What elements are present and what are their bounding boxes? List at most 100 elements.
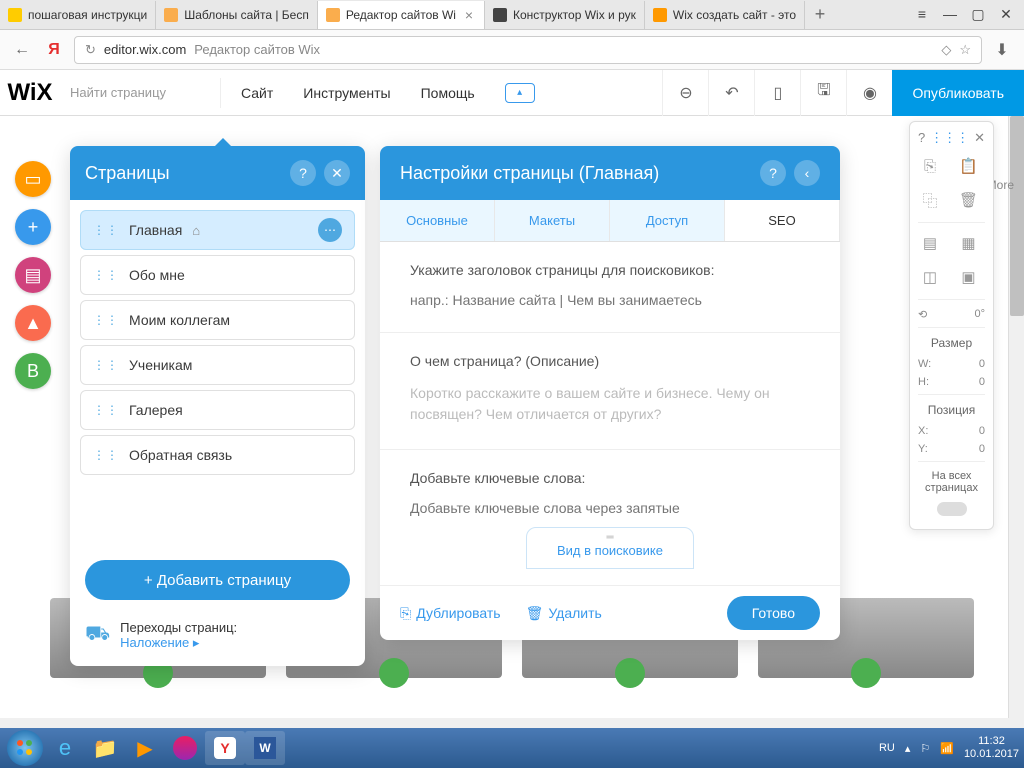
language-indicator[interactable]: RU [879, 742, 895, 754]
new-tab-button[interactable]: + [805, 4, 835, 25]
tool-add[interactable]: + [15, 209, 51, 245]
browser-tab[interactable]: Wix создать сайт - это [645, 1, 805, 29]
x-value[interactable]: 0 [979, 425, 985, 437]
page-transitions[interactable]: ⛟ Переходы страниц: Наложение ▸ [70, 610, 365, 666]
tab-layouts[interactable]: Макеты [495, 200, 610, 241]
browser-tab[interactable]: пошаговая инструкци [0, 1, 156, 29]
drag-icon[interactable]: ⋮⋮ [93, 313, 119, 327]
publish-button[interactable]: Опубликовать [892, 70, 1024, 116]
help-button[interactable]: ? [760, 160, 786, 186]
paste-icon[interactable]: 📋 [957, 154, 981, 178]
yandex-icon[interactable]: Я [42, 38, 66, 62]
help-button[interactable]: ? [290, 160, 316, 186]
distribute-icon[interactable]: ▦ [957, 231, 981, 255]
menu-site[interactable]: Сайт [241, 85, 273, 101]
tray-flag-icon[interactable]: ⚐ [920, 742, 930, 755]
taskbar-explorer[interactable]: 📁 [85, 731, 125, 765]
drag-icon[interactable]: ⋮⋮ [93, 403, 119, 417]
close-icon[interactable]: ✕ [974, 130, 985, 146]
menu-icon[interactable]: ≡ [912, 6, 932, 23]
arrange-icon[interactable]: ◫ [918, 265, 942, 289]
download-icon[interactable]: ⬇ [990, 38, 1014, 62]
back-button[interactable]: ‹ [794, 160, 820, 186]
scroll-thumb[interactable] [1010, 116, 1024, 316]
y-value[interactable]: 0 [979, 443, 985, 455]
page-more-button[interactable]: ⋯ [318, 218, 342, 242]
page-label: Обратная связь [129, 447, 232, 463]
w-value[interactable]: 0 [979, 358, 985, 370]
delete-button[interactable]: 🗑Удалить [526, 605, 602, 622]
add-page-button[interactable]: + Добавить страницу [85, 560, 350, 600]
taskbar-yandex[interactable]: Y [205, 731, 245, 765]
page-item-home[interactable]: ⋮⋮ Главная ⌂ ⋯ [80, 210, 355, 250]
allpages-toggle[interactable] [937, 502, 967, 516]
wix-logo[interactable]: WiX [0, 79, 60, 107]
tool-uploads[interactable]: ▲ [15, 305, 51, 341]
drag-icon[interactable]: ⋮⋮⋮ [930, 130, 969, 146]
search-preview-toggle[interactable]: ═ Вид в поисковике [526, 527, 694, 569]
page-item[interactable]: ⋮⋮Ученикам [80, 345, 355, 385]
mobile-icon[interactable]: ▯ [754, 70, 800, 116]
tool-background[interactable]: ▭ [15, 161, 51, 197]
tray-network-icon[interactable]: 📶 [940, 742, 954, 755]
undo-icon[interactable]: ↶ [708, 70, 754, 116]
shield-icon[interactable]: ◇ [941, 42, 951, 58]
page-item[interactable]: ⋮⋮ Обратная связь [80, 435, 355, 475]
page-item[interactable]: ⋮⋮Обо мне [80, 255, 355, 295]
tool-blog[interactable]: B [15, 353, 51, 389]
minimize-button[interactable]: — [940, 6, 960, 23]
drag-icon[interactable]: ⋮⋮ [93, 448, 119, 462]
close-panel-button[interactable]: ✕ [324, 160, 350, 186]
rotate-icon[interactable]: ⟲ [918, 308, 927, 321]
page-item[interactable]: ⋮⋮Моим коллегам [80, 300, 355, 340]
seo-desc-input[interactable]: Коротко расскажите о вашем сайте и бизне… [410, 379, 810, 429]
taskbar-ie[interactable]: e [45, 731, 85, 765]
duplicate-button[interactable]: ⎘Дублировать [400, 605, 501, 622]
start-button[interactable] [5, 731, 45, 765]
menu-tools[interactable]: Инструменты [303, 85, 390, 101]
browser-tab[interactable]: Конструктор Wix и рук [485, 1, 645, 29]
browser-tab[interactable]: Шаблоны сайта | Бесп [156, 1, 318, 29]
preview-icon[interactable]: ◉ [846, 70, 892, 116]
menu-help[interactable]: Помощь [421, 85, 475, 101]
duplicate-icon[interactable]: ⿻ [918, 188, 942, 212]
url-input[interactable]: ↻ editor.wix.com Редактор сайтов Wix ◇ ☆ [74, 36, 982, 64]
taskbar-media[interactable]: ▶ [125, 731, 165, 765]
taskbar-clock[interactable]: 11:32 10.01.2017 [964, 735, 1019, 761]
browser-tab-active[interactable]: Редактор сайтов Wi× [318, 1, 485, 29]
back-button[interactable]: ← [10, 38, 34, 62]
wix-favicon [164, 8, 178, 22]
drag-icon[interactable]: ⋮⋮ [93, 268, 119, 282]
tab-basic[interactable]: Основные [380, 200, 495, 241]
align-icon[interactable]: ▤ [918, 231, 942, 255]
collapse-icon[interactable]: ▴ [505, 83, 535, 103]
close-icon[interactable]: × [462, 8, 476, 22]
scrollbar[interactable] [1008, 116, 1024, 718]
tab-seo[interactable]: SEO [725, 200, 840, 241]
page-item[interactable]: ⋮⋮Галерея [80, 390, 355, 430]
tool-appmarket[interactable]: ▤ [15, 257, 51, 293]
tab-title: Конструктор Wix и рук [513, 8, 636, 22]
drag-icon[interactable]: ⋮⋮ [93, 223, 119, 237]
maximize-button[interactable]: ▢ [968, 6, 988, 23]
tab-access[interactable]: Доступ [610, 200, 725, 241]
close-button[interactable]: ✕ [996, 6, 1016, 23]
seo-keywords-input[interactable] [410, 496, 810, 520]
help-icon[interactable]: ? [918, 130, 925, 146]
transitions-value[interactable]: Наложение ▸ [120, 635, 237, 651]
search-page-input[interactable]: Найти страницу [60, 85, 220, 100]
taskbar-opera[interactable] [165, 731, 205, 765]
reload-icon[interactable]: ↻ [85, 42, 96, 58]
star-icon[interactable]: ☆ [959, 42, 971, 58]
done-button[interactable]: Готово [727, 596, 820, 630]
layer-icon[interactable]: ▣ [957, 265, 981, 289]
h-value[interactable]: 0 [979, 376, 985, 388]
taskbar-word[interactable]: W [245, 731, 285, 765]
trash-icon[interactable]: 🗑 [957, 188, 981, 212]
save-icon[interactable]: 🖫 [800, 70, 846, 116]
tray-icon[interactable]: ▴ [905, 742, 911, 755]
zoom-icon[interactable]: ⊖ [662, 70, 708, 116]
seo-title-input[interactable] [410, 288, 810, 312]
copy-icon[interactable]: ⎘ [918, 154, 942, 178]
drag-icon[interactable]: ⋮⋮ [93, 358, 119, 372]
